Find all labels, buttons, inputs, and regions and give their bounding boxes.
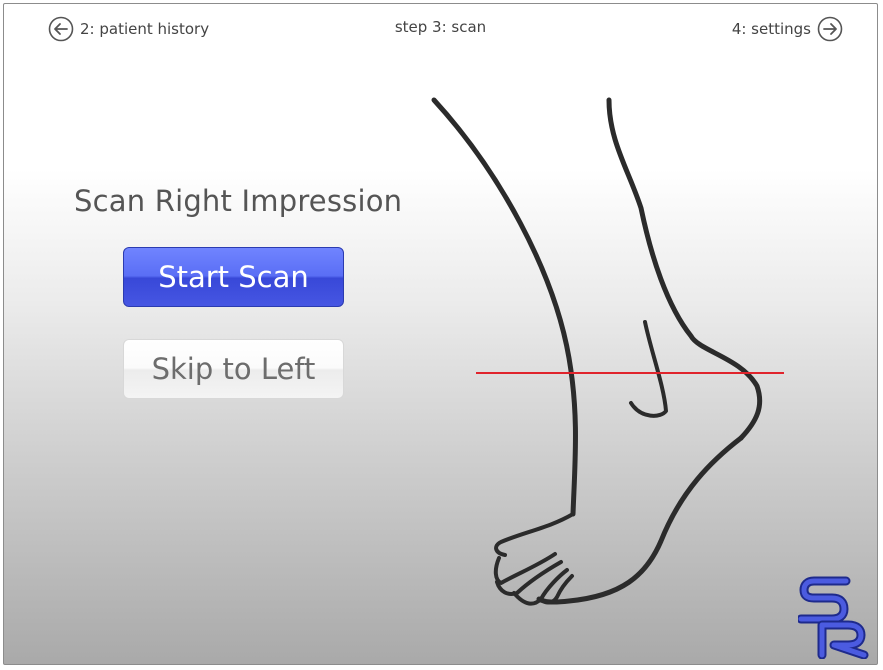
next-nav-link[interactable]: 4: settings xyxy=(732,16,843,42)
foot-outline-icon xyxy=(431,97,784,606)
start-scan-button[interactable]: Start Scan xyxy=(123,247,344,307)
next-nav-label: 4: settings xyxy=(731,20,811,38)
skip-to-left-button[interactable]: Skip to Left xyxy=(123,339,344,399)
page-title: Scan Right Impression xyxy=(74,184,403,218)
arrow-right-circle-icon xyxy=(817,16,843,42)
sr-logo xyxy=(798,576,869,659)
app-window: 2: patient history step 3: scan 4: setti… xyxy=(3,3,878,665)
